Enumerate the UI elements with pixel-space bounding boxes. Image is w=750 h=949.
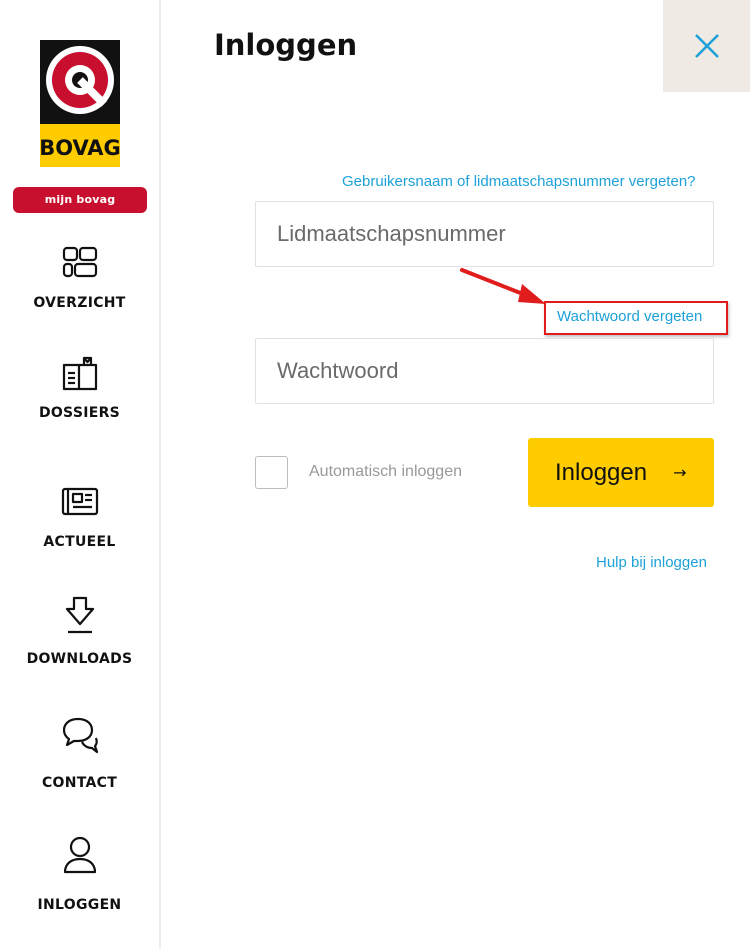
- mijn-bovag-badge[interactable]: MIJN BOVAG: [13, 187, 147, 213]
- login-button[interactable]: Inloggen →: [528, 438, 714, 507]
- auto-login-label: Automatisch inloggen: [309, 463, 462, 480]
- close-icon: [694, 34, 719, 58]
- page-title: Inloggen: [214, 28, 358, 62]
- close-button[interactable]: [663, 0, 750, 92]
- nav-item-actueel[interactable]: ACTUEEL: [0, 482, 159, 550]
- svg-text:BOVAG: BOVAG: [40, 136, 120, 160]
- grid-icon: [62, 246, 97, 278]
- help-login-link[interactable]: Hulp bij inloggen: [596, 554, 707, 571]
- arrow-right-icon: →: [673, 463, 687, 482]
- newspaper-icon: [61, 487, 98, 516]
- nav-label: OVERZICHT: [33, 295, 126, 311]
- nav-label: CONTACT: [41, 775, 118, 791]
- password-field[interactable]: [255, 338, 714, 404]
- sidebar: BOVAG MIJN BOVAG OVERZICHT: [0, 0, 161, 949]
- nav-item-contact[interactable]: CONTACT: [0, 715, 159, 791]
- nav-label: INLOGGEN: [37, 897, 122, 913]
- chat-icon: [62, 717, 98, 754]
- user-icon: [63, 836, 96, 874]
- auto-login-checkbox[interactable]: [255, 456, 288, 489]
- login-button-label: Inloggen: [555, 458, 648, 486]
- nav-item-downloads[interactable]: DOWNLOADS: [0, 595, 159, 667]
- book-icon: [62, 356, 97, 391]
- nav-label: DOWNLOADS: [26, 651, 133, 667]
- nav-item-dossiers[interactable]: DOSSIERS: [0, 355, 159, 421]
- nav-label: ACTUEEL: [43, 534, 116, 550]
- forgot-username-link[interactable]: Gebruikersnaam of lidmaatschapsnummer ve…: [342, 173, 696, 190]
- annotation-arrow-icon: [460, 268, 546, 304]
- nav-label: DOSSIERS: [38, 405, 121, 421]
- forgot-password-link[interactable]: Wachtwoord vergeten: [557, 308, 702, 325]
- download-icon: [65, 596, 94, 634]
- nav-item-inloggen[interactable]: INLOGGEN: [0, 835, 159, 913]
- bovag-logo[interactable]: BOVAG: [39, 40, 121, 167]
- member-number-input[interactable]: [255, 201, 714, 267]
- nav-item-overzicht[interactable]: OVERZICHT: [0, 245, 159, 311]
